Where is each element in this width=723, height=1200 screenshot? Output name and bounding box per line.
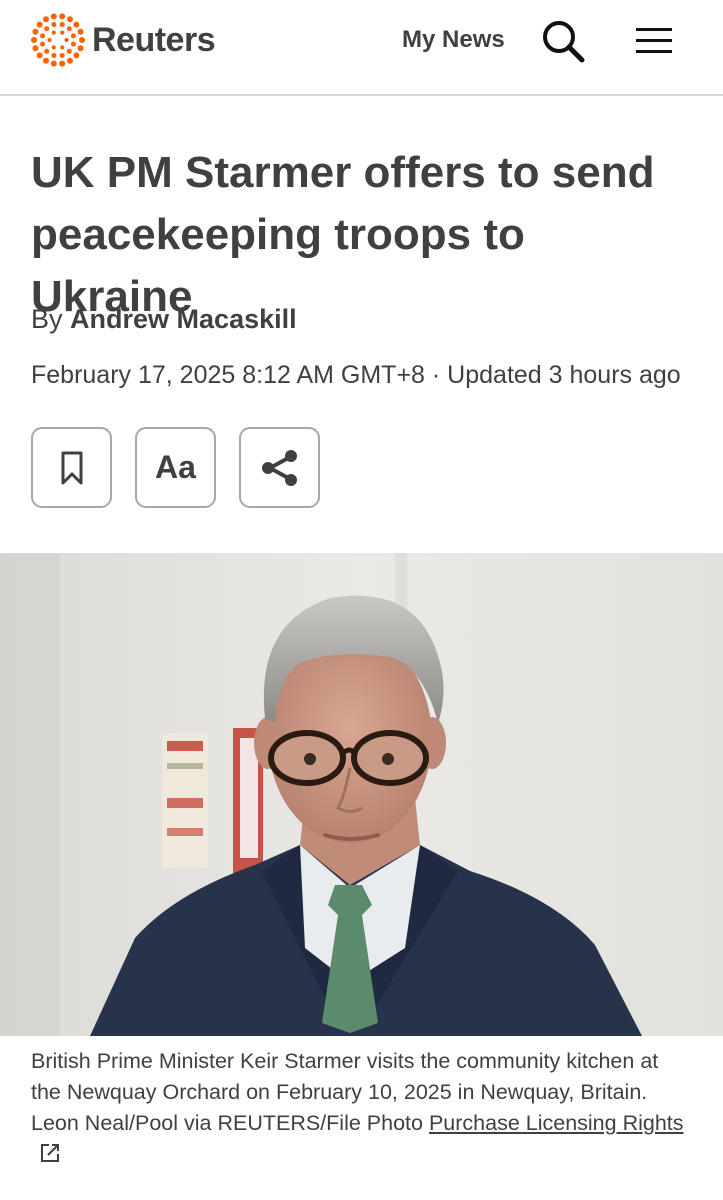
share-button[interactable] [239,427,320,508]
hamburger-menu-icon [636,28,672,53]
bookmark-button[interactable] [31,427,112,508]
starmer-photo [0,553,723,1036]
reuters-logo[interactable]: Reuters [30,12,216,68]
article-dateline: February 17, 2025 8:12 AM GMT+8 · Update… [31,361,681,389]
site-header: Reuters My News [0,0,723,96]
logo-wordmark: Reuters [92,21,216,59]
share-icon [261,449,297,486]
bookmark-icon [61,451,82,484]
text-size-label: Aa [155,449,196,485]
licensing-link[interactable]: Purchase Licensing Rights [429,1111,684,1135]
external-link-icon[interactable] [39,1142,61,1164]
byline-prefix: By [31,304,63,334]
search-button[interactable] [540,18,586,64]
menu-button[interactable] [634,24,674,58]
reuters-dot-logo-icon [31,13,85,67]
photo-caption: British Prime Minister Keir Starmer visi… [31,1046,693,1170]
article-photo [0,553,723,1036]
text-size-button[interactable]: Aa [135,427,216,508]
search-icon [543,21,585,63]
my-news-link[interactable]: My News [402,24,505,56]
author-link[interactable]: Andrew Macaskill [70,304,297,334]
byline: By Andrew Macaskill [31,301,297,337]
